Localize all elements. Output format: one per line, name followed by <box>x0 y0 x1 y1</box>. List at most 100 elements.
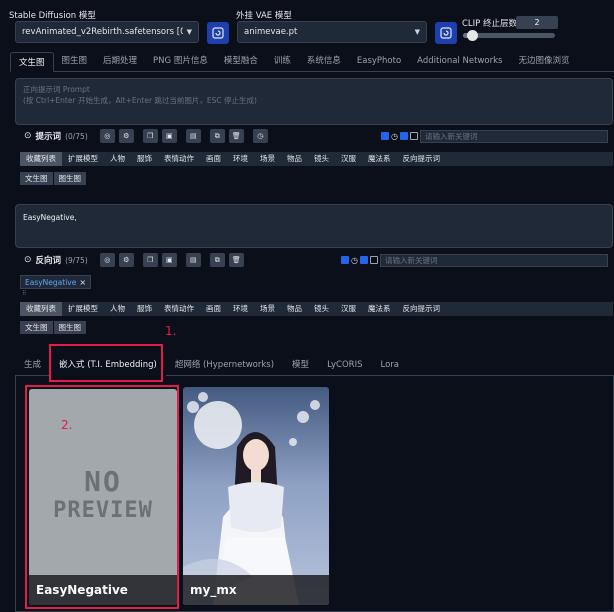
globe-icon[interactable]: ◎ <box>99 253 115 267</box>
category-bar: 收藏列表 扩展模型 人物 服饰 表情动作 画面 环境 场景 物品 镜头 汉服 魔法系 反向提示词 <box>20 152 613 166</box>
clip-slider[interactable] <box>463 30 555 41</box>
category-3[interactable]: 服饰 <box>131 152 158 166</box>
caret-down-icon: ▼ <box>414 28 420 36</box>
clip-number-input[interactable]: 2 <box>516 16 558 29</box>
negative-count: (9/75) <box>65 255 88 265</box>
category-11[interactable]: 魔法系 <box>362 302 397 316</box>
keyword-checkbox-1[interactable] <box>381 132 390 140</box>
model-select[interactable]: revAnimated_v2Rebirth.safetensors [0ca0c… <box>15 21 199 43</box>
annotation-number-2: 2. <box>61 418 73 432</box>
collapse-icon[interactable]: ⊙ <box>24 131 32 141</box>
prompt-count: (0/75) <box>65 131 88 141</box>
tab-2[interactable]: 后期处理 <box>95 51 145 71</box>
prompt-textarea[interactable]: 正向提示词 Prompt (按 Ctrl+Enter 开始生成，Alt+Ente… <box>15 78 613 125</box>
category-1[interactable]: 扩展模型 <box>62 152 104 166</box>
category-0[interactable]: 收藏列表 <box>20 302 62 316</box>
category-1[interactable]: 扩展模型 <box>62 302 104 316</box>
trash-icon[interactable]: 🗑 <box>228 129 244 143</box>
collapse-icon[interactable]: ⊙ <box>24 255 32 265</box>
copy-icon[interactable]: ❐ <box>142 129 158 143</box>
category-10[interactable]: 汉服 <box>335 152 362 166</box>
tab-9[interactable]: 无边图像浏览 <box>510 51 577 71</box>
category-0[interactable]: 收藏列表 <box>20 152 62 166</box>
category-3[interactable]: 服饰 <box>131 302 158 316</box>
sub-tab-0[interactable]: 文生图 <box>20 321 53 334</box>
negative-sub-tab-row: 文生图 图生图 <box>20 321 87 334</box>
category-12[interactable]: 反向提示词 <box>397 152 447 166</box>
save-icon[interactable]: ▣ <box>161 253 177 267</box>
category-8[interactable]: 物品 <box>281 152 308 166</box>
clock-icon[interactable]: ◷ <box>351 256 358 265</box>
sub-tab-0[interactable]: 文生图 <box>20 172 53 185</box>
image-icon[interactable]: ▤ <box>185 253 201 267</box>
tab-8[interactable]: Additional Networks <box>409 51 510 71</box>
model-refresh-button[interactable] <box>207 22 229 44</box>
settings-icon[interactable]: ⚙ <box>118 253 134 267</box>
category-4[interactable]: 表情动作 <box>158 152 200 166</box>
category-2[interactable]: 人物 <box>104 302 131 316</box>
save-icon[interactable]: ▣ <box>161 129 177 143</box>
keyword-options: ◷ 请输入新关键词 <box>381 129 608 143</box>
keyword-checkbox-3[interactable] <box>410 132 418 140</box>
globe-icon[interactable]: ◎ <box>99 129 115 143</box>
category-6[interactable]: 环境 <box>227 152 254 166</box>
category-6[interactable]: 环境 <box>227 302 254 316</box>
tab-6[interactable]: 系统信息 <box>299 51 349 71</box>
category-8[interactable]: 物品 <box>281 302 308 316</box>
vae-refresh-button[interactable] <box>435 22 457 44</box>
paste-icon[interactable]: ⧉ <box>209 253 225 267</box>
drag-handle-icon[interactable]: ⠿ <box>22 290 26 297</box>
tab-3[interactable]: PNG 图片信息 <box>145 51 216 71</box>
clip-slider-thumb[interactable] <box>467 30 479 41</box>
prompt-placeholder-2: (按 Ctrl+Enter 开始生成，Alt+Enter 跳过当前图片，ESC … <box>23 96 257 105</box>
close-icon[interactable]: × <box>79 278 86 287</box>
vae-select[interactable]: animevae.pt ▼ <box>237 21 427 43</box>
tab-5[interactable]: 训练 <box>266 51 299 71</box>
sub-tab-1[interactable]: 图生图 <box>53 321 86 334</box>
settings-icon[interactable]: ⚙ <box>118 129 134 143</box>
paste-icon[interactable]: ⧉ <box>209 129 225 143</box>
negative-toolbar: ⊙ 反向词 (9/75) ◎ ⚙ ❐ ▣ ▤ ⧉ 🗑 ◷ 请输入新关键词 <box>24 252 608 268</box>
network-tab-5[interactable]: Lora <box>371 354 408 376</box>
keyword-checkbox-2[interactable] <box>400 132 408 140</box>
model-label: Stable Diffusion 模型 <box>9 11 96 21</box>
category-2[interactable]: 人物 <box>104 152 131 166</box>
vae-label: 外挂 VAE 模型 <box>236 11 292 21</box>
category-12[interactable]: 反向提示词 <box>397 302 447 316</box>
sub-tab-1[interactable]: 图生图 <box>53 172 86 185</box>
keyword-checkbox-1[interactable] <box>341 256 350 264</box>
history-icon[interactable]: ◷ <box>252 129 268 143</box>
copy-icon[interactable]: ❐ <box>142 253 158 267</box>
category-7[interactable]: 场景 <box>254 302 281 316</box>
keyword-input[interactable]: 请输入新关键词 <box>420 129 608 143</box>
negative-tag[interactable]: EasyNegative × <box>20 275 92 289</box>
card-my-mx[interactable]: my_mx <box>183 387 329 605</box>
prompt-toolbar: ⊙ 提示词 (0/75) ◎ ⚙ ❐ ▣ ▤ ⧉ 🗑 ◷ ◷ 请输入新关键词 <box>24 128 608 144</box>
category-9[interactable]: 镜头 <box>308 302 335 316</box>
image-icon[interactable]: ▤ <box>185 129 201 143</box>
keyword-checkbox-2[interactable] <box>360 256 368 264</box>
clock-icon[interactable]: ◷ <box>391 132 398 141</box>
category-9[interactable]: 镜头 <box>308 152 335 166</box>
main-tab-bar: 文生图 图生图 后期处理 PNG 图片信息 模型融合 训练 系统信息 EasyPhoto Add… <box>10 52 614 72</box>
network-tab-4[interactable]: LyCORIS <box>318 354 371 376</box>
category-7[interactable]: 场景 <box>254 152 281 166</box>
tab-1[interactable]: 图生图 <box>54 51 96 71</box>
category-5[interactable]: 画面 <box>200 302 227 316</box>
negative-keyword-input[interactable]: 请输入新关键词 <box>380 253 608 267</box>
category-4[interactable]: 表情动作 <box>158 302 200 316</box>
category-5[interactable]: 画面 <box>200 152 227 166</box>
trash-icon[interactable]: 🗑 <box>228 253 244 267</box>
category-11[interactable]: 魔法系 <box>362 152 397 166</box>
negative-text: EasyNegative, <box>23 213 77 222</box>
network-tab-2[interactable]: 超网络 (Hypernetworks) <box>166 354 283 376</box>
tab-4[interactable]: 模型融合 <box>216 51 266 71</box>
network-tab-3[interactable]: 模型 <box>283 354 318 376</box>
network-tab-0[interactable]: 生成 <box>15 354 50 376</box>
tab-7[interactable]: EasyPhoto <box>349 51 409 71</box>
category-10[interactable]: 汉服 <box>335 302 362 316</box>
tab-0[interactable]: 文生图 <box>10 52 54 72</box>
keyword-checkbox-3[interactable] <box>370 256 378 264</box>
negative-label: 反向词 <box>35 256 62 266</box>
negative-textarea[interactable]: EasyNegative, <box>15 204 613 248</box>
